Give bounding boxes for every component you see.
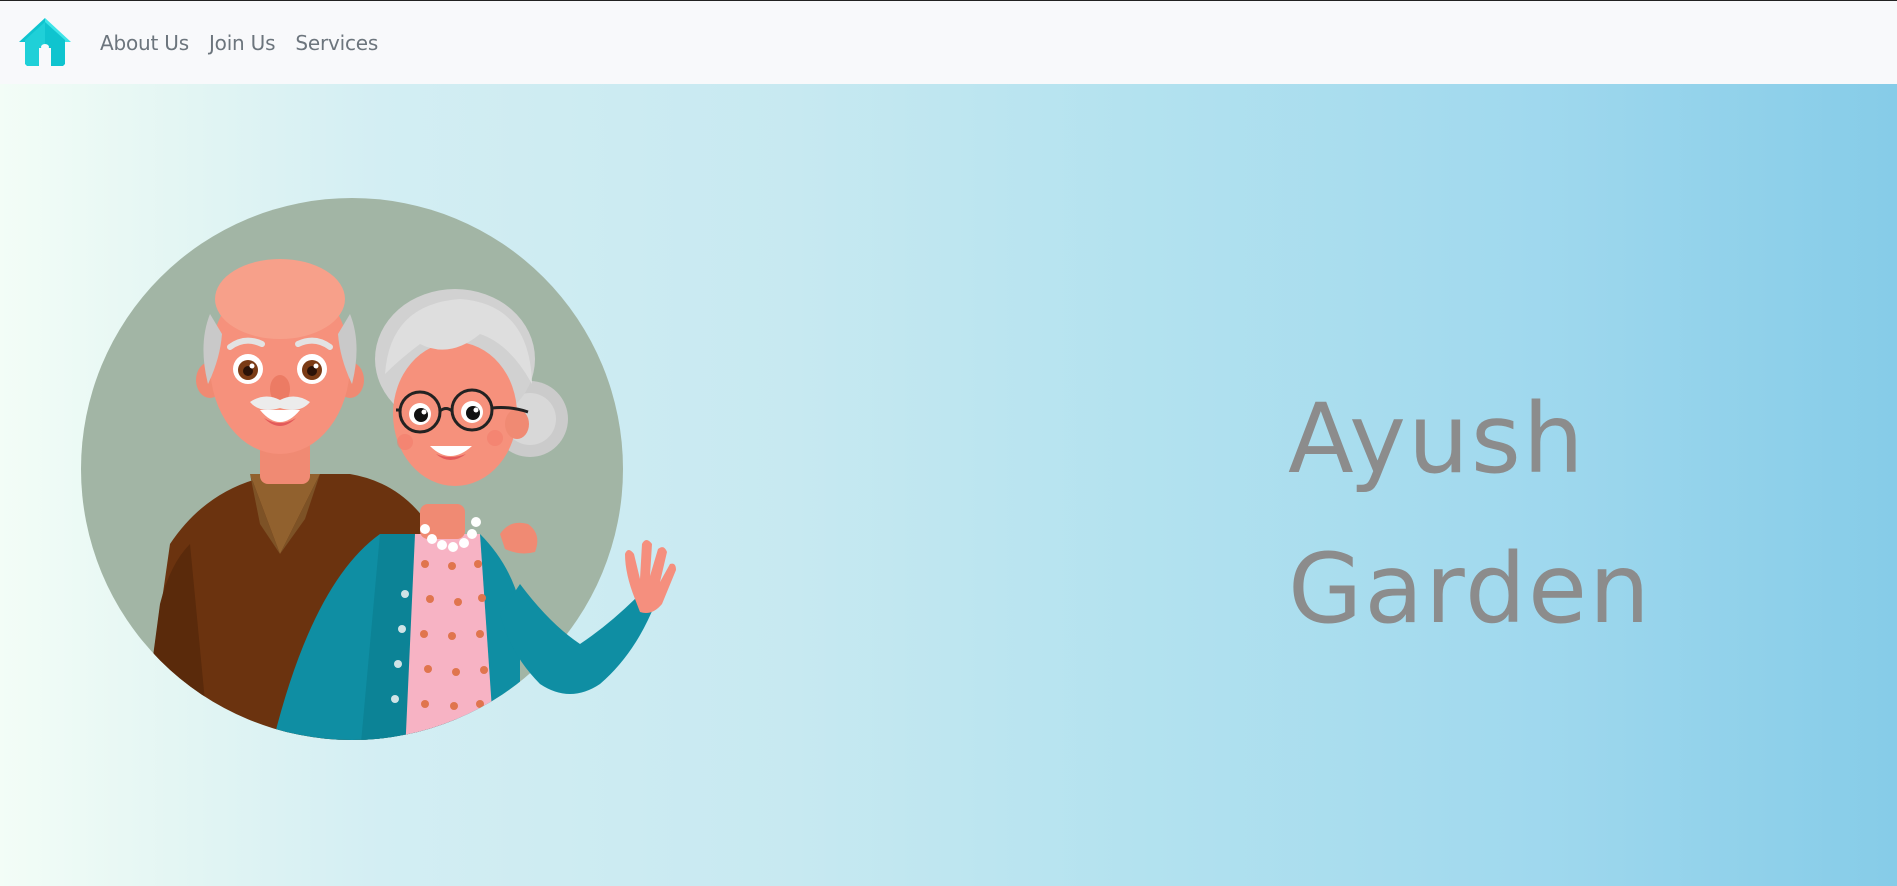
nav-link-join-us[interactable]: Join Us (209, 31, 276, 55)
hero-section: Ayush Garden (0, 84, 1897, 886)
nav-link-about-us[interactable]: About Us (100, 31, 189, 55)
home-brand-link[interactable] (19, 16, 71, 68)
navbar: About Us Join Us Services (0, 1, 1897, 84)
hero-title: Ayush Garden (1288, 364, 1848, 664)
hero-title-line1: Ayush (1288, 383, 1586, 495)
nav-links: About Us Join Us Services (100, 1, 378, 84)
nav-link-services[interactable]: Services (295, 31, 378, 55)
elderly-couple-illustration (81, 198, 676, 740)
house-icon (19, 18, 71, 66)
hero-title-line2: Garden (1288, 533, 1652, 645)
